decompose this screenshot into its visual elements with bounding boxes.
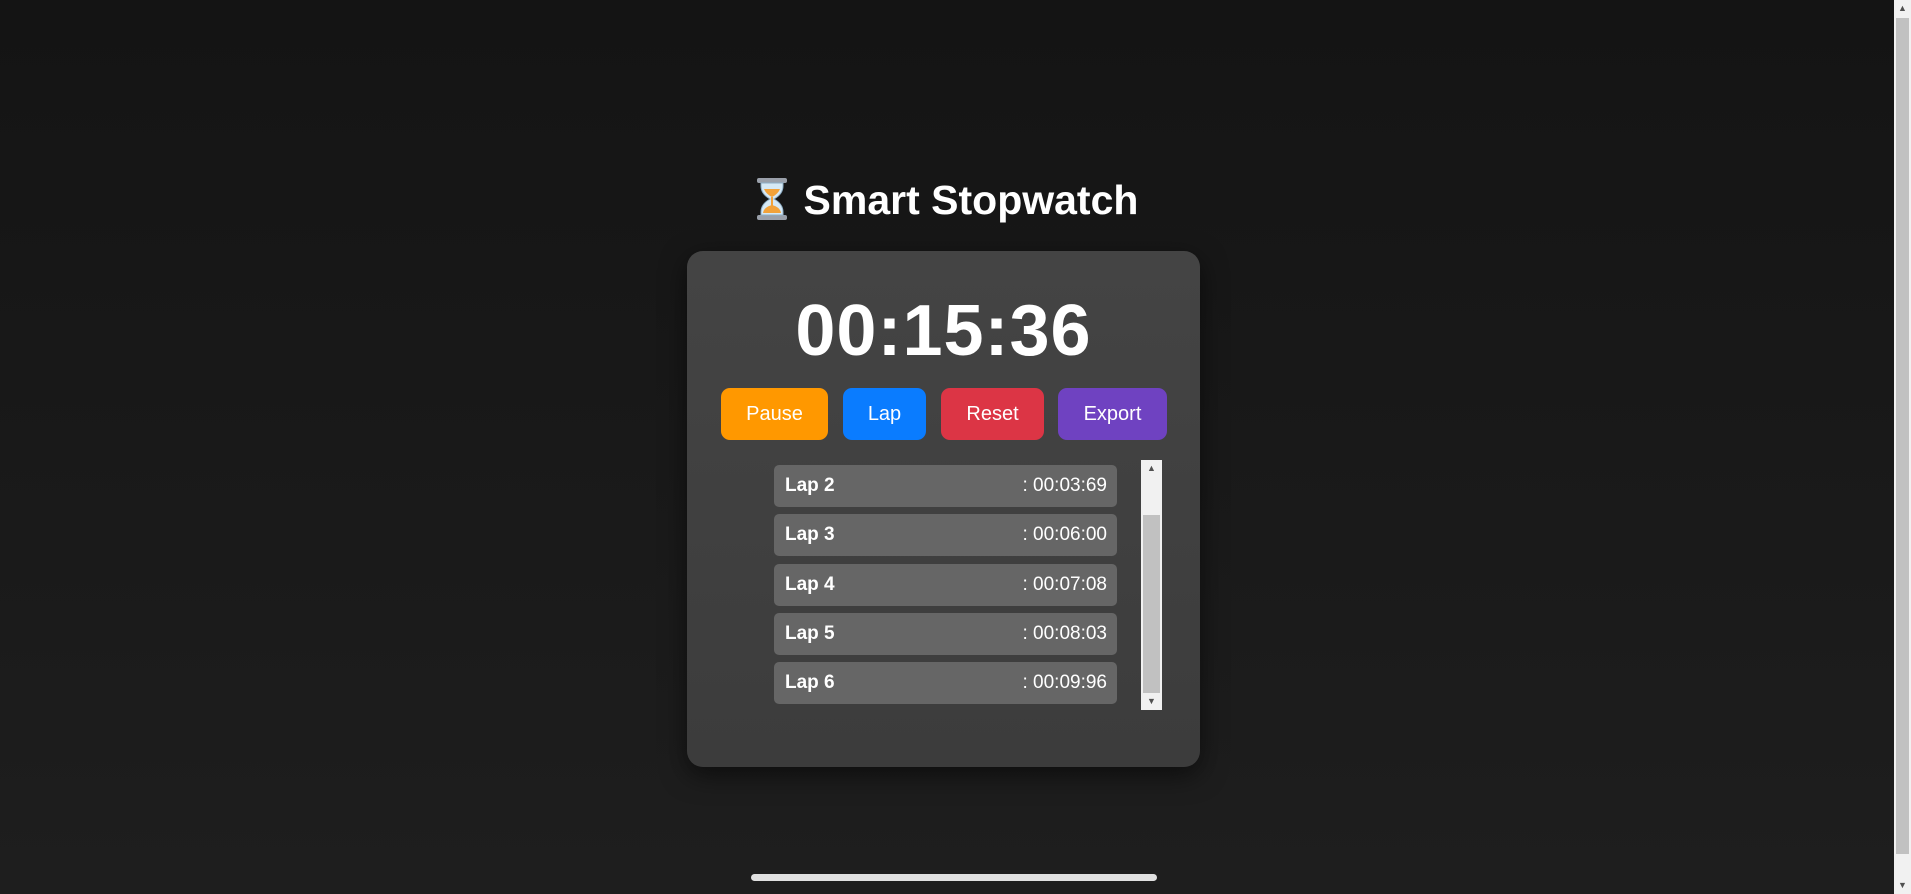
page-scrollbar-thumb[interactable]	[1896, 18, 1909, 854]
pause-button[interactable]: Pause	[721, 388, 828, 440]
lap-time: : 00:03:69	[1022, 475, 1107, 496]
lap-name: Lap 6	[785, 672, 835, 693]
lap-item: Lap 5 : 00:08:03	[774, 613, 1117, 655]
horizontal-scroll-indicator[interactable]	[751, 874, 1157, 881]
lap-name: Lap 5	[785, 623, 835, 644]
lap-button[interactable]: Lap	[843, 388, 926, 440]
scroll-down-arrow-icon[interactable]: ▼	[1141, 693, 1162, 710]
hourglass-icon	[756, 178, 787, 221]
export-button[interactable]: Export	[1058, 388, 1167, 440]
page-scroll-up-arrow-icon[interactable]: ▲	[1894, 0, 1911, 17]
lap-item: Lap 3 : 00:06:00	[774, 514, 1117, 556]
scroll-up-arrow-icon[interactable]: ▲	[1141, 460, 1162, 477]
lap-item: Lap 6 : 00:09:96	[774, 662, 1117, 704]
timer-display: 00:15:36	[795, 291, 1092, 371]
lap-list[interactable]: Lap 2 : 00:03:69 Lap 3 : 00:06:00 Lap 4 …	[774, 461, 1129, 711]
lap-name: Lap 4	[785, 574, 835, 595]
page-title: Smart Stopwatch	[0, 172, 1892, 228]
lap-time: : 00:09:96	[1022, 672, 1107, 693]
lap-name: Lap 3	[785, 524, 835, 545]
lap-time: : 00:08:03	[1022, 623, 1107, 644]
page-scroll-down-arrow-icon[interactable]: ▼	[1894, 877, 1911, 894]
reset-button[interactable]: Reset	[941, 388, 1044, 440]
lap-item: Lap 4 : 00:07:08	[774, 564, 1117, 606]
lap-time: : 00:07:08	[1022, 574, 1107, 595]
page-scrollbar[interactable]: ▲ ▼	[1894, 0, 1911, 894]
lap-list-scrollbar[interactable]: ▲ ▼	[1141, 460, 1162, 710]
title-text: Smart Stopwatch	[803, 177, 1139, 223]
scrollbar-thumb[interactable]	[1143, 515, 1160, 693]
lap-time: : 00:06:00	[1022, 524, 1107, 545]
lap-item: Lap 2 : 00:03:69	[774, 465, 1117, 507]
stopwatch-card: 00:15:36 Pause Lap Reset Export Lap 2 : …	[687, 251, 1200, 767]
lap-name: Lap 2	[785, 475, 835, 496]
